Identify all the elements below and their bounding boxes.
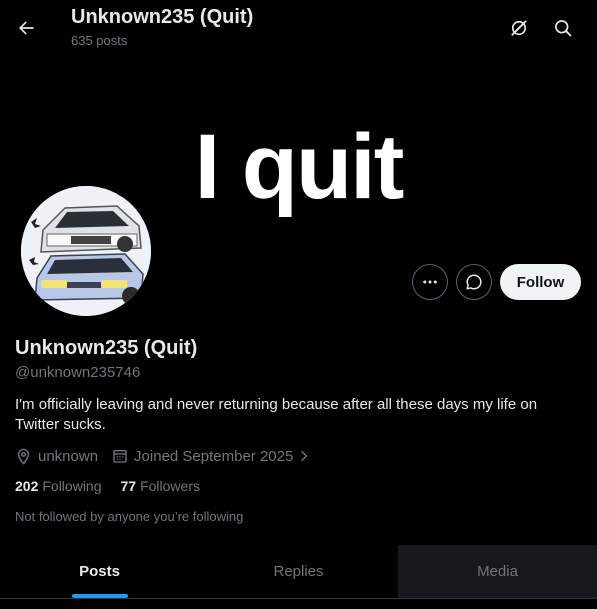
follow-stats: 202 Following 77 Followers (15, 478, 219, 494)
not-followed-text: Not followed by anyone you’re following (15, 509, 244, 524)
back-button[interactable] (9, 11, 43, 45)
tab-media[interactable]: Media (398, 545, 597, 598)
tab-posts-label: Posts (79, 563, 120, 580)
display-name: Unknown235 (Quit) (15, 337, 198, 359)
search-icon (555, 20, 572, 37)
location-item: unknown (15, 448, 98, 465)
posts-count: 635 posts (71, 33, 128, 48)
tab-replies[interactable]: Replies (199, 545, 398, 598)
joined-item[interactable]: Joined September 2025 (112, 448, 311, 465)
profile-tabs: Posts Replies Media (0, 545, 597, 598)
location-text: unknown (38, 447, 99, 465)
location-icon (17, 448, 30, 465)
tab-posts[interactable]: Posts (0, 545, 199, 598)
joined-text: Joined September 2025 (134, 447, 294, 465)
message-icon (466, 274, 482, 290)
arrow-left-icon (19, 21, 34, 35)
following-count: 202 (15, 478, 39, 494)
more-icon (423, 280, 437, 284)
followers-count: 77 (120, 478, 137, 494)
tab-replies-label: Replies (273, 563, 324, 580)
profile-meta: unknown Joined September 2025 (15, 445, 325, 467)
following-label: Following (42, 478, 102, 494)
follow-button[interactable]: Follow (500, 264, 581, 300)
header-title: Unknown235 (Quit) (71, 6, 254, 28)
avatar-image (21, 186, 151, 316)
followers-label: Followers (140, 478, 200, 494)
calendar-icon (113, 450, 127, 463)
tabs-divider (0, 598, 597, 599)
message-button[interactable] (456, 264, 492, 300)
more-button[interactable] (412, 264, 448, 300)
following-link[interactable]: 202 Following (15, 478, 102, 494)
grok-icon (511, 20, 527, 36)
chevron-right-icon (301, 450, 308, 462)
handle: @unknown235746 (15, 364, 141, 381)
avatar[interactable] (18, 183, 154, 319)
search-button[interactable] (546, 11, 580, 45)
bio: I'm officially leaving and never returni… (15, 396, 538, 433)
tab-media-label: Media (477, 563, 518, 580)
top-bar: Unknown235 (Quit) 635 posts (0, 0, 597, 55)
grok-button[interactable] (502, 11, 536, 45)
followers-link[interactable]: 77 Followers (121, 478, 200, 494)
